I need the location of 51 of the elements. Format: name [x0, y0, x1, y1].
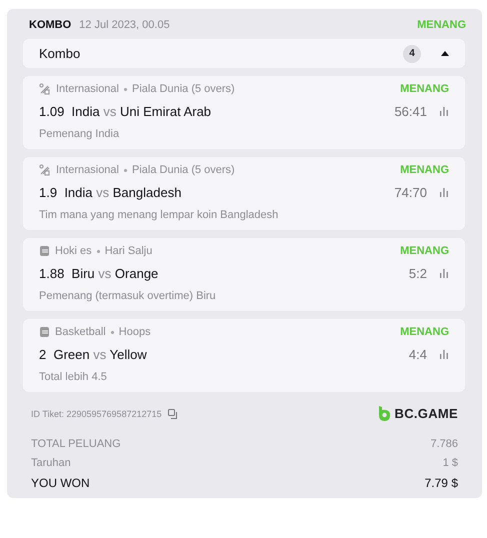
- summary-label: YOU WON: [31, 476, 90, 490]
- bet-status: MENANG: [417, 19, 466, 31]
- selection-count: 4: [403, 44, 421, 62]
- separator-dot: [124, 88, 127, 90]
- cricket-bat-icon: [39, 164, 51, 176]
- event-league: Hoki es: [55, 245, 92, 257]
- summary-label: TOTAL PELUANG: [31, 438, 121, 450]
- event-tournament: Piala Dunia (5 overs): [132, 164, 235, 176]
- stats-icon[interactable]: [439, 188, 449, 197]
- bet-date: 12 Jul 2023, 00.05: [79, 19, 170, 31]
- separator-dot: [124, 168, 127, 172]
- stats-icon[interactable]: [439, 107, 449, 116]
- combo-title: Kombo: [39, 46, 80, 61]
- market-label: Pemenang India: [39, 128, 120, 140]
- caret-icon[interactable]: [441, 51, 449, 56]
- cricket-bat-icon: [39, 83, 51, 95]
- market-label: Tim mana yang menang lempar koin Bangladesh: [39, 209, 280, 221]
- selection-line: 1.09 India vs Uni Emirat Arab: [39, 104, 212, 119]
- ticket-id: ID Tiket: 2290595769587212715: [31, 408, 162, 418]
- event-tournament: Hari Salju: [104, 245, 152, 257]
- selection-line: 1.88 Biru vs Orange: [39, 266, 158, 281]
- bet-status: MENANG: [400, 83, 449, 95]
- selection-line: 1.9 India vs Bangladesh: [39, 185, 182, 200]
- summary-value: 7.786: [430, 438, 458, 450]
- logo-icon: [378, 406, 390, 421]
- event-league: Internasional: [56, 164, 119, 176]
- market-label: Pemenang (termasuk overtime) Biru: [39, 290, 217, 302]
- event-league: Internasional: [56, 83, 119, 95]
- event-tournament: Piala Dunia (5 overs): [132, 83, 235, 95]
- event-tournament: Hoops: [118, 326, 151, 338]
- match-score: 56:41: [394, 104, 427, 119]
- bet-type: KOMBO: [29, 19, 72, 31]
- brand-name: BC.GAME: [394, 406, 458, 421]
- bet-status: MENANG: [400, 164, 449, 176]
- summary-value: 7.79 $: [424, 476, 458, 490]
- event-league: Basketball: [55, 326, 106, 338]
- selection-line: 2 Green vs Yellow: [39, 347, 147, 362]
- match-score: 4:4: [408, 347, 427, 362]
- separator-dot: [110, 330, 114, 334]
- market-label: Total lebih 4.5: [39, 371, 108, 383]
- separator-dot: [96, 250, 100, 252]
- bet-status: MENANG: [400, 326, 449, 338]
- stats-icon[interactable]: [439, 269, 449, 278]
- bet-status: MENANG: [400, 245, 449, 257]
- summary-label: Taruhan: [31, 457, 71, 469]
- stats-icon[interactable]: [439, 350, 449, 359]
- combo-header[interactable]: Kombo 4: [23, 39, 465, 68]
- summary-value: 1 $: [442, 457, 458, 469]
- copy-icon[interactable]: [168, 408, 178, 418]
- match-score: 74:70: [394, 185, 427, 200]
- match-score: 5:2: [408, 266, 427, 281]
